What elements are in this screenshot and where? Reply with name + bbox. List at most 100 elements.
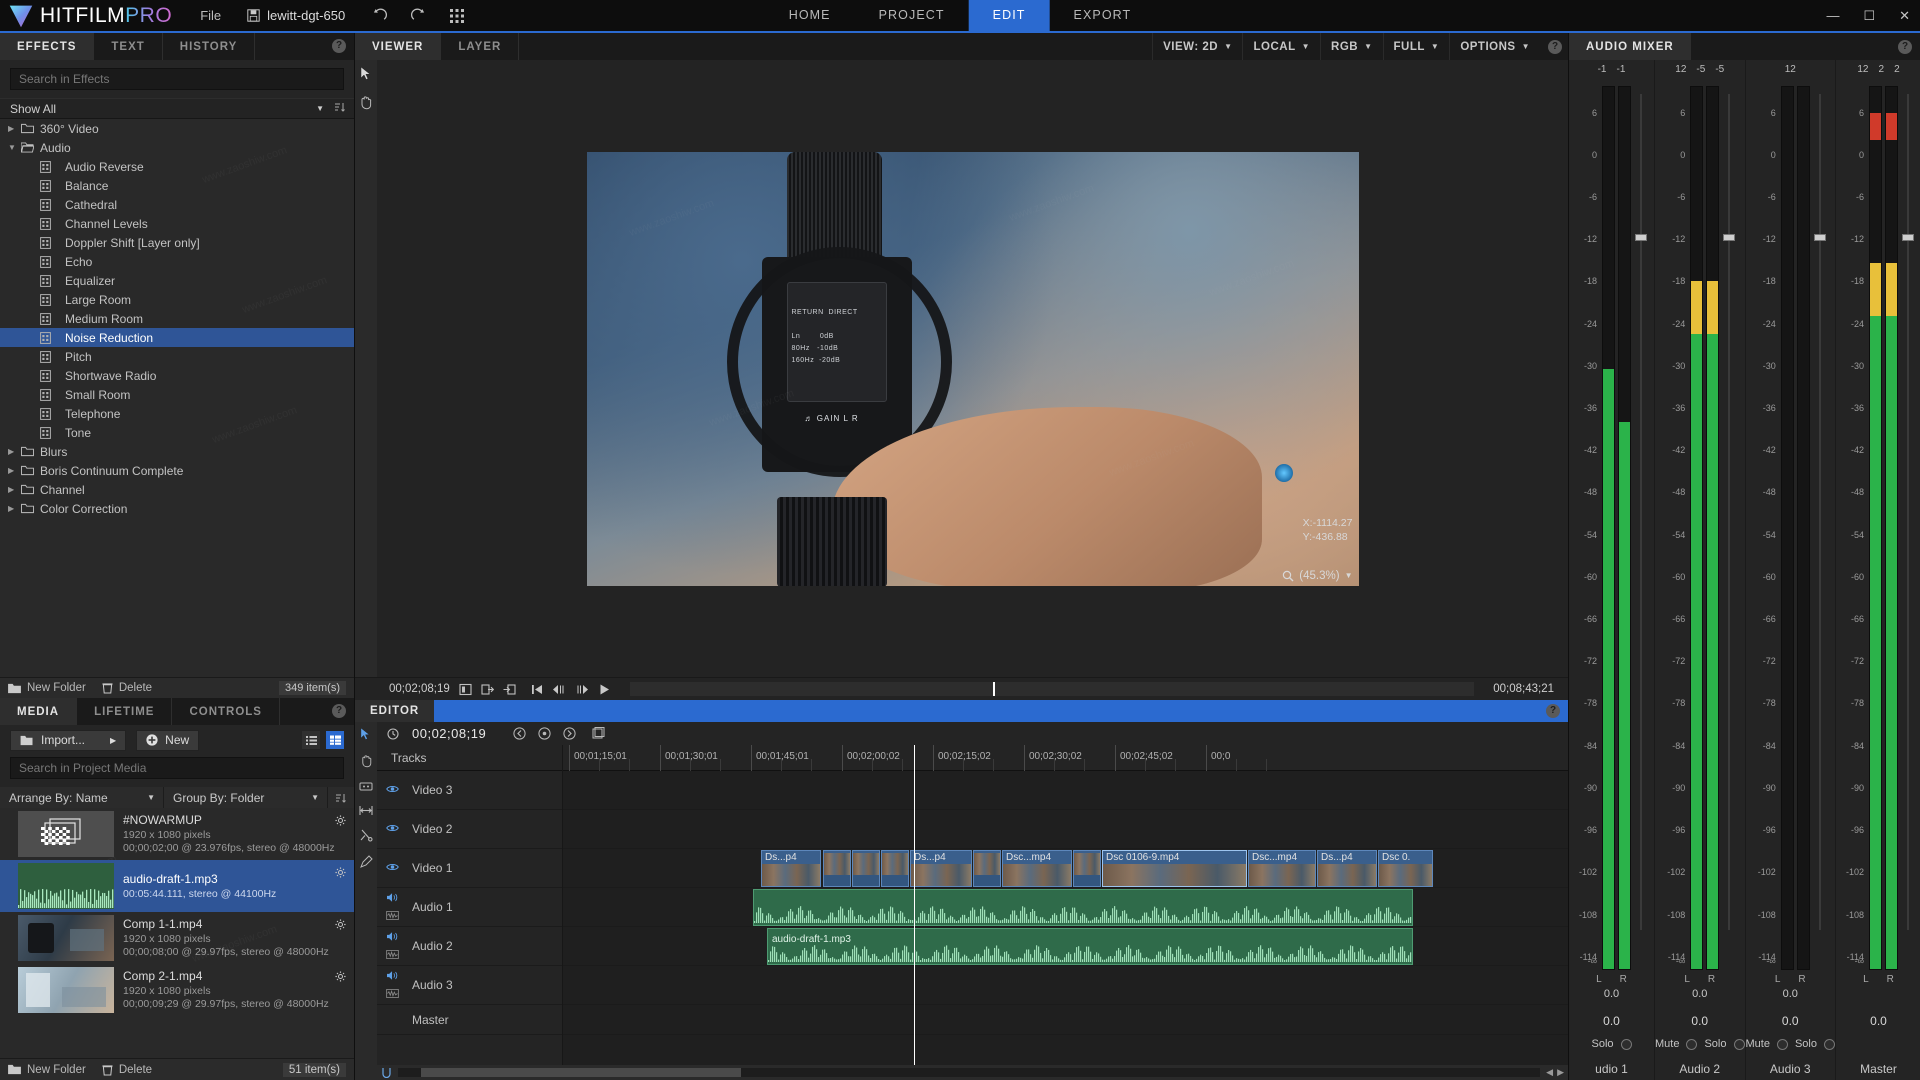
timeline-clip[interactable] — [973, 850, 1001, 887]
tab-effects[interactable]: EFFECTS — [0, 33, 94, 60]
timeline-row-audio-2[interactable]: audio-draft-1.mp3 — [563, 927, 1568, 966]
timeline-tracks-area[interactable]: 00;01;15;0100;01;30;0100;01;45;0100;02;0… — [563, 745, 1568, 1065]
undo-icon[interactable] — [371, 8, 388, 23]
mixer-mute-button[interactable]: Mute — [1746, 1038, 1770, 1050]
track-header-audio-3[interactable]: Audio 3 — [377, 966, 562, 1005]
timeline-zoom-in-icon[interactable]: ▶ — [1557, 1067, 1564, 1078]
timeline-snap-icon[interactable] — [381, 1067, 392, 1078]
gear-icon[interactable] — [335, 917, 346, 935]
select-arrow-icon[interactable] — [360, 66, 373, 81]
pen-tool-icon[interactable] — [360, 855, 373, 868]
track-visibility-eye-icon[interactable] — [386, 861, 399, 875]
track-audio-icons[interactable] — [386, 931, 399, 962]
track-header-video-2[interactable]: Video 2 — [377, 810, 562, 849]
timeline-clip[interactable] — [823, 850, 851, 887]
mixer-solo-indicator[interactable] — [1824, 1039, 1835, 1050]
speaker-icon[interactable] — [386, 970, 399, 984]
media-list-item[interactable]: Comp 2-1.mp41920 x 1080 pixels00;00;09;2… — [0, 964, 354, 1016]
close-icon[interactable]: ✕ — [1899, 8, 1910, 24]
effects-folder-row[interactable]: ▶Boris Continuum Complete — [0, 461, 354, 480]
new-composite-shot-icon[interactable] — [592, 727, 606, 740]
grid-apps-icon[interactable] — [449, 8, 465, 24]
effects-folder-row[interactable]: ▶Channel — [0, 480, 354, 499]
audio-mixer-channels[interactable]: -1-160-6-12-18-24-30-36-42-48-54-60-66-7… — [1569, 60, 1920, 1080]
effects-item-row[interactable]: Telephone — [0, 404, 354, 423]
mixer-solo-button[interactable]: Solo — [1795, 1038, 1817, 1050]
gear-icon[interactable] — [335, 813, 346, 831]
media-sort-icon[interactable] — [328, 787, 354, 808]
track-visibility-eye-icon[interactable] — [386, 783, 399, 797]
track-audio-icons[interactable] — [386, 970, 399, 1001]
timeline-clip[interactable]: Dsc...mp4 — [1002, 850, 1072, 887]
gear-icon[interactable] — [335, 969, 346, 987]
editor-timecode[interactable]: 00;02;08;19 — [412, 726, 486, 741]
effects-item-row[interactable]: Small Room — [0, 385, 354, 404]
media-search-input[interactable]: Search in Project Media — [10, 757, 344, 779]
effects-folder-row[interactable]: ▶Color Correction — [0, 499, 354, 518]
timeline-ruler[interactable]: 00;01;15;0100;01;30;0100;01;45;0100;02;0… — [563, 745, 1568, 771]
effects-new-folder-label[interactable]: New Folder — [27, 682, 86, 694]
effects-item-row[interactable]: Audio Reverse — [0, 157, 354, 176]
razor-tool-icon[interactable] — [360, 829, 373, 842]
mixer-gain-value[interactable]: 0.0 — [1746, 1014, 1836, 1028]
timeline-playhead[interactable] — [914, 745, 915, 1065]
viewer-options-dropdown[interactable]: OPTIONS ▼ — [1449, 33, 1540, 60]
detail-view-icon[interactable] — [326, 731, 344, 749]
timeline-clip[interactable]: Ds...p4 — [910, 850, 972, 887]
mixer-channel-udio-1[interactable]: -1-160-6-12-18-24-30-36-42-48-54-60-66-7… — [1569, 60, 1655, 1080]
arrange-by-dropdown[interactable]: Arrange By: Name ▼ — [0, 787, 164, 808]
mixer-mute-indicator[interactable] — [1777, 1039, 1788, 1050]
viewer-current-timecode[interactable]: 00;02;08;19 — [389, 683, 450, 695]
viewer-help-icon[interactable]: ? — [1548, 40, 1562, 54]
effects-search-input[interactable]: Search in Effects — [10, 68, 344, 90]
track-audio-icons[interactable] — [386, 892, 399, 923]
slip-tool-icon[interactable] — [359, 781, 373, 792]
mixer-channel-audio-2[interactable]: 12-5-560-6-12-18-24-30-36-42-48-54-60-66… — [1655, 60, 1746, 1080]
nav-tab-home[interactable]: HOME — [765, 0, 855, 32]
tab-history[interactable]: HISTORY — [163, 33, 255, 60]
viewer-playhead[interactable] — [993, 682, 995, 696]
mixer-help-icon[interactable]: ? — [1898, 40, 1912, 54]
select-arrow-icon[interactable] — [360, 727, 372, 741]
effects-item-row[interactable]: Pitch — [0, 347, 354, 366]
mixer-solo-indicator[interactable] — [1621, 1039, 1632, 1050]
mixer-gain-value[interactable]: 0.0 — [1836, 1014, 1920, 1028]
chevron-right-icon[interactable]: ▶ — [8, 466, 21, 475]
timeline-clip[interactable] — [881, 850, 909, 887]
effects-item-row[interactable]: Tone — [0, 423, 354, 442]
nav-tab-export[interactable]: EXPORT — [1050, 0, 1156, 32]
mixer-solo-indicator[interactable] — [1734, 1039, 1745, 1050]
effects-item-row[interactable]: Equalizer — [0, 271, 354, 290]
mixer-channel-master[interactable]: 122260-6-12-18-24-30-36-42-48-54-60-66-7… — [1836, 60, 1920, 1080]
timeline-zoom-out-icon[interactable]: ◀ — [1546, 1067, 1553, 1078]
track-header-video-3[interactable]: Video 3 — [377, 771, 562, 810]
step-forward-icon[interactable] — [575, 683, 589, 696]
mixer-solo-button[interactable]: Solo — [1591, 1038, 1613, 1050]
tab-lifetime[interactable]: LIFETIME — [77, 698, 172, 725]
timeline-audio-clip[interactable] — [753, 889, 1413, 926]
tab-media[interactable]: MEDIA — [0, 698, 77, 725]
scrollbar-thumb[interactable] — [421, 1068, 741, 1077]
media-new-folder-label[interactable]: New Folder — [27, 1064, 86, 1076]
play-icon[interactable] — [598, 683, 611, 696]
mixer-fader[interactable] — [1813, 86, 1827, 970]
media-list-item[interactable]: audio-draft-1.mp300:05:44.111, stereo @ … — [0, 860, 354, 912]
media-list-item[interactable]: #NOWARMUP1920 x 1080 pixels00;00;02;00 @… — [0, 808, 354, 860]
effects-filter-dropdown[interactable]: Show All ▼ — [0, 98, 354, 119]
fader-knob[interactable] — [1635, 234, 1647, 241]
mixer-fader[interactable] — [1722, 86, 1736, 970]
effects-item-row[interactable]: Channel Levels — [0, 214, 354, 233]
viewer-space-dropdown[interactable]: LOCAL ▼ — [1242, 33, 1320, 60]
mixer-gain-value[interactable]: 0.0 — [1569, 1014, 1654, 1028]
tab-audio-mixer[interactable]: AUDIO MIXER — [1569, 33, 1691, 60]
chevron-right-icon[interactable]: ▶ — [8, 504, 21, 513]
mixer-mute-indicator[interactable] — [1686, 1039, 1697, 1050]
import-button[interactable]: Import... ▶ — [10, 730, 126, 751]
mixer-mute-button[interactable]: Mute — [1655, 1038, 1679, 1050]
group-by-dropdown[interactable]: Group By: Folder ▼ — [164, 787, 328, 808]
minimize-icon[interactable]: — — [1826, 8, 1839, 24]
speaker-icon[interactable] — [386, 931, 399, 945]
effects-tree-list[interactable]: www.zaoshiw.com www.zaoshiw.com www.zaos… — [0, 119, 354, 677]
chevron-right-icon[interactable]: ▶ — [8, 447, 21, 456]
track-header-audio-2[interactable]: Audio 2 — [377, 927, 562, 966]
